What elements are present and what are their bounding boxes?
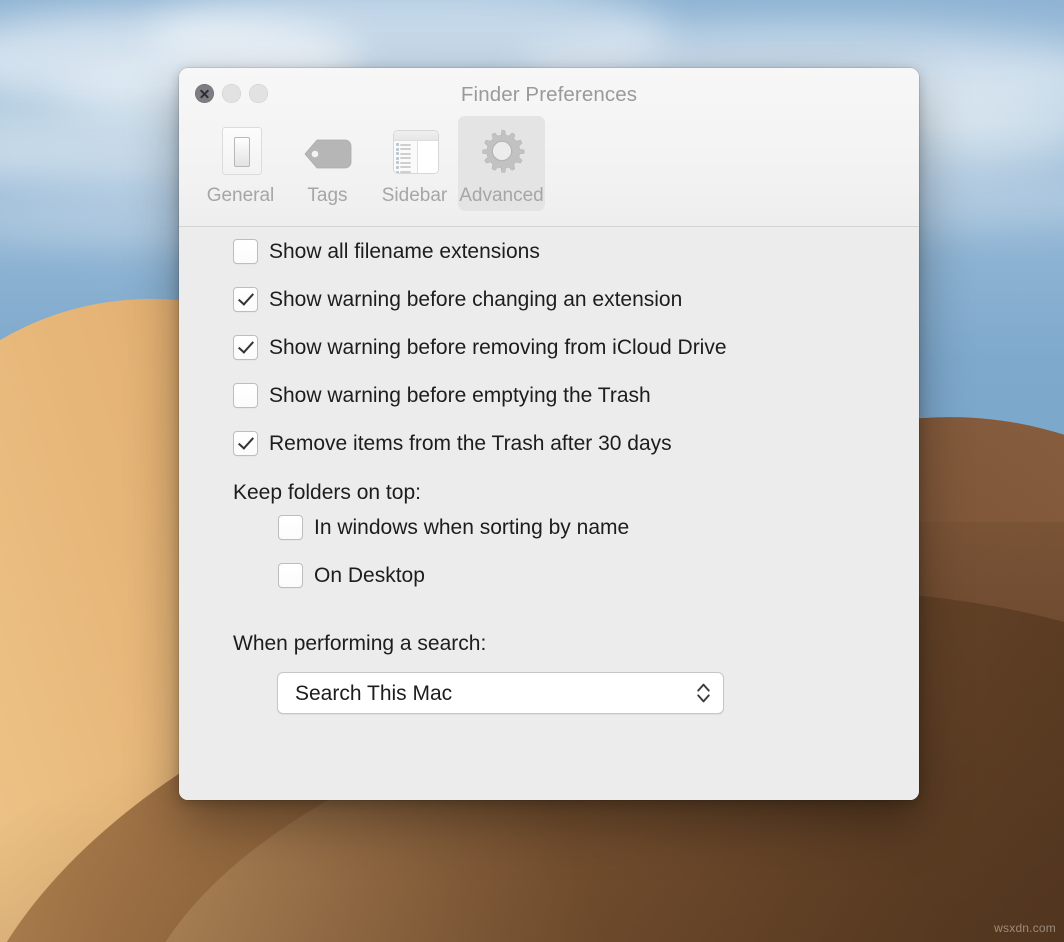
tab-advanced[interactable]: Advanced [458,116,545,211]
checkbox-remove-items-trash-30-days[interactable] [233,430,258,456]
checkbox-label: In windows when sorting by name [314,515,630,539]
checkbox-label: Show all filename extensions [269,239,540,263]
checkbox-warn-changing-extension[interactable] [233,286,258,312]
finder-preferences-window: Finder Preferences General Tags Sidebar … [179,68,919,800]
checkbox-on-desktop[interactable] [278,562,303,588]
tab-tags-label: Tags [307,185,348,206]
site-watermark: wsxdn.com [994,921,1056,935]
keep-folders-on-top-label: Keep folders on top: [233,481,421,504]
checkbox-row-warn-removing-icloud-drive[interactable]: Show warning before removing from iCloud… [179,323,919,371]
tab-sidebar[interactable]: Sidebar [371,116,458,211]
window-toolbar: Finder Preferences General Tags Sidebar … [179,68,919,227]
checkbox-row-warn-emptying-trash[interactable]: Show warning before emptying the Trash [179,371,919,419]
tab-general[interactable]: General [197,116,284,211]
checkbox-label: Show warning before changing an extensio… [269,287,683,311]
search-scope-popup-button[interactable]: Search This Mac [277,672,724,714]
checkbox-label: On Desktop [314,563,425,587]
checkbox-label: Show warning before emptying the Trash [269,383,651,407]
chevron-up-down-icon [696,682,711,704]
tag-icon [300,124,356,180]
checkbox-row-warn-changing-extension[interactable]: Show warning before changing an extensio… [179,275,919,323]
checkbox-label: Show warning before removing from iCloud… [269,335,727,359]
window-title: Finder Preferences [460,83,638,106]
desktop-wallpaper: Finder Preferences General Tags Sidebar … [0,0,1064,942]
checkbox-warn-emptying-trash[interactable] [233,382,258,408]
tab-sidebar-label: Sidebar [381,185,448,206]
search-scope-group: When performing a search: Search This Ma… [179,633,919,714]
checkbox-row-in-windows-sorting-by-name[interactable]: In windows when sorting by name [179,503,919,551]
checkbox-warn-removing-icloud-drive[interactable] [233,334,258,360]
advanced-pane: Show all filename extensions Show warnin… [179,227,919,800]
checkbox-label: Remove items from the Trash after 30 day… [269,431,672,455]
search-scope-label: When performing a search: [233,632,487,655]
tab-tags[interactable]: Tags [284,116,371,211]
light-switch-icon [213,124,269,180]
tab-general-label: General [206,185,275,206]
checkbox-row-show-all-filename-extensions[interactable]: Show all filename extensions [179,227,919,275]
checkbox-row-remove-items-trash-30-days[interactable]: Remove items from the Trash after 30 day… [179,419,919,467]
tab-advanced-label: Advanced [459,185,544,206]
checkbox-row-on-desktop[interactable]: On Desktop [179,551,919,599]
search-scope-value: Search This Mac [295,681,453,705]
search-scope-popup-wrap: Search This Mac [179,672,919,714]
sidebar-window-icon [387,124,443,180]
checkbox-in-windows-sorting-by-name[interactable] [278,514,303,540]
keep-folders-on-top-group: Keep folders on top: In windows when sor… [179,482,919,599]
checkbox-show-all-filename-extensions[interactable] [233,238,258,264]
preferences-tab-bar: General Tags Sidebar Advanced [197,116,545,211]
gear-icon [474,124,530,180]
